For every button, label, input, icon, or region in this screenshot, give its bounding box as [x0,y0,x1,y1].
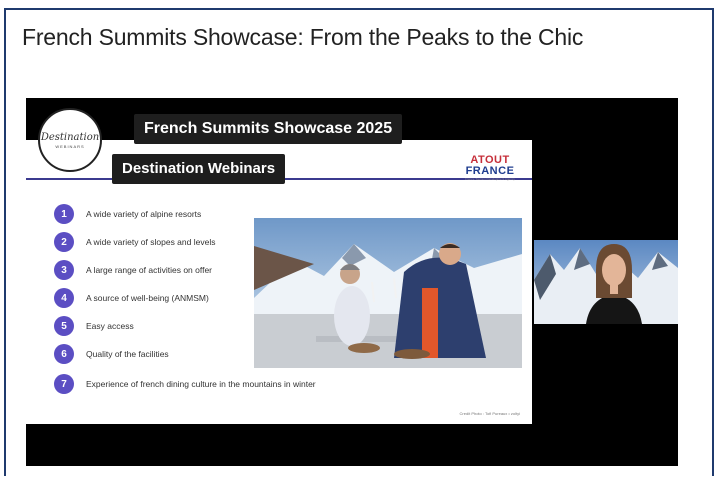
video-player[interactable]: 2025 ATOUT FRANCE France Tourism Develop… [26,98,678,466]
point-text: A source of well-being (ANMSM) [86,293,209,303]
photo-credit: Credit Photo : Tofi Pureaux • zoltyi [459,411,520,416]
badge-small-text: WEBINARS [55,143,85,149]
page-title: French Summits Showcase: From the Peaks … [22,24,584,50]
presenter-video-feed [534,240,678,324]
point-number: 7 [54,374,74,394]
badge-script-text: Destination [40,131,100,143]
point-text: Experience of french dining culture in t… [86,379,316,389]
point-number: 2 [54,232,74,252]
slide-point: 6 Quality of the facilities [54,344,169,364]
logo-line-2: FRANCE [465,165,515,177]
destination-webinars-badge: Destination WEBINARS [38,108,102,172]
video-caption-title: French Summits Showcase 2025 [134,114,403,144]
slide-point: 2 A wide variety of slopes and levels [54,232,215,252]
point-text: Quality of the facilities [86,349,169,359]
point-number: 5 [54,316,74,336]
slide-point: 1 A wide variety of alpine resorts [54,204,201,224]
point-number: 6 [54,344,74,364]
point-text: A wide variety of slopes and levels [86,237,216,247]
slide-point: 7 Experience of french dining culture in… [54,374,316,394]
point-text: Easy access [86,321,134,331]
slide-point: 4 A source of well-being (ANMSM) [54,288,209,308]
ski-terrace-photo [254,218,522,368]
point-number: 4 [54,288,74,308]
atout-france-logo: ATOUT FRANCE France Tourism Development … [462,154,518,184]
ski-terrace-illustration [254,218,522,368]
point-number: 1 [54,204,74,224]
point-text: A large range of activities on offer [86,265,213,275]
presenter-webcam [534,240,678,324]
slide-point: 3 A large range of activities on offer [54,260,212,280]
logo-tagline: France Tourism Development Agency [465,177,515,181]
slide-point: 5 Easy access [54,316,134,336]
point-text: A wide variety of alpine resorts [86,209,202,219]
point-number: 3 [54,260,74,280]
video-caption-subtitle: Destination Webinars [112,154,286,184]
